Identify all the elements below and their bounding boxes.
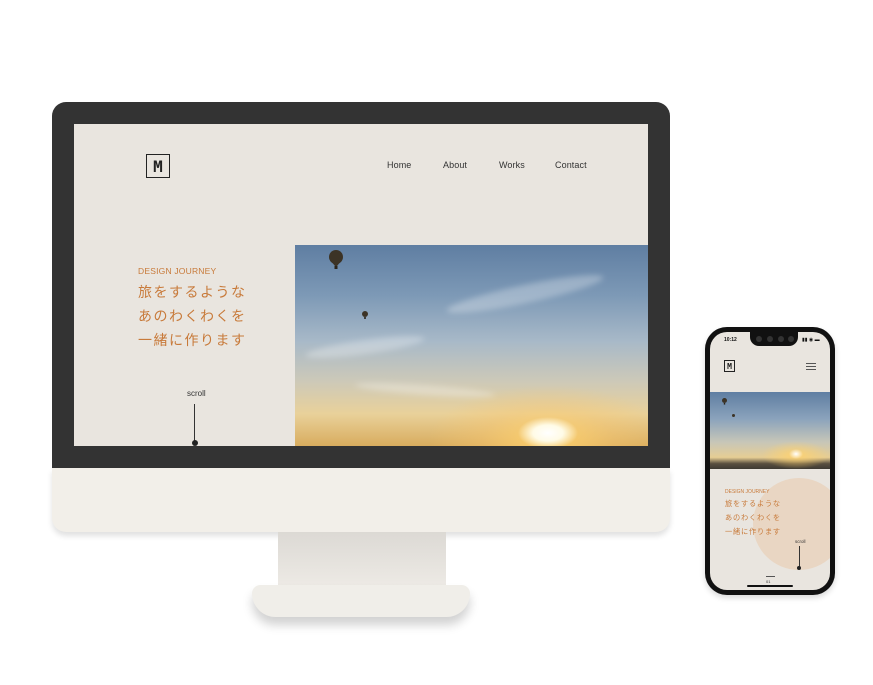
hero-heading-line: 一緒に作ります (138, 332, 247, 348)
phone-screen: 10:12 ▮▮ ◉ ▬ M DESIGN JOURNEY 旅をするような あの… (710, 332, 830, 590)
phone-site-logo[interactable]: M (724, 360, 735, 372)
phone-hero-heading-line: 旅をするような (725, 499, 781, 508)
desktop-screen: M Home About Works Contact DESIGN JOURNE… (74, 124, 648, 446)
phone-scroll-label: scroll (795, 539, 806, 544)
phone-scroll-dot (797, 566, 801, 570)
status-icons: ▮▮ ◉ ▬ (802, 337, 820, 343)
nav-works-link[interactable]: Works (499, 160, 525, 170)
desktop-monitor: M Home About Works Contact DESIGN JOURNE… (52, 102, 670, 532)
phone-hero-heading-line: あのわくわくを (725, 513, 781, 522)
hero-sunset-photo (295, 245, 648, 446)
page-indicator: 01 (766, 579, 771, 584)
phone-hero-photo (710, 392, 830, 469)
phone-scroll-line (799, 546, 800, 567)
hot-air-balloon-icon (722, 398, 727, 405)
scroll-indicator-dot (191, 440, 198, 446)
hot-air-balloon-icon (329, 250, 343, 269)
nav-about-link[interactable]: About (443, 160, 467, 170)
status-time: 10:12 (724, 337, 737, 343)
phone-hero-subtitle: DESIGN JOURNEY (725, 489, 770, 495)
hot-air-balloon-icon (732, 414, 735, 417)
phone-notch (750, 332, 798, 346)
scroll-indicator-label: scroll (187, 389, 206, 398)
hero-heading-line: あのわくわくを (138, 308, 247, 324)
page-indicator-rule (766, 576, 775, 577)
nav-contact-link[interactable]: Contact (555, 160, 587, 170)
hamburger-icon[interactable] (806, 363, 816, 370)
site-logo[interactable]: M (146, 154, 170, 178)
hot-air-balloon-icon (362, 311, 368, 319)
hero-subtitle: DESIGN JOURNEY (138, 266, 217, 276)
scroll-indicator-line (194, 404, 195, 444)
monitor-stand-base (252, 585, 470, 617)
nav-home-link[interactable]: Home (387, 160, 411, 170)
monitor-chin (52, 468, 670, 532)
phone-hero-heading-line: 一緒に作ります (725, 527, 781, 536)
phone-mockup: 10:12 ▮▮ ◉ ▬ M DESIGN JOURNEY 旅をするような あの… (705, 327, 835, 595)
hero-heading-line: 旅をするような (138, 284, 247, 300)
monitor-stand-neck (278, 532, 446, 590)
home-indicator-bar[interactable] (747, 585, 793, 587)
